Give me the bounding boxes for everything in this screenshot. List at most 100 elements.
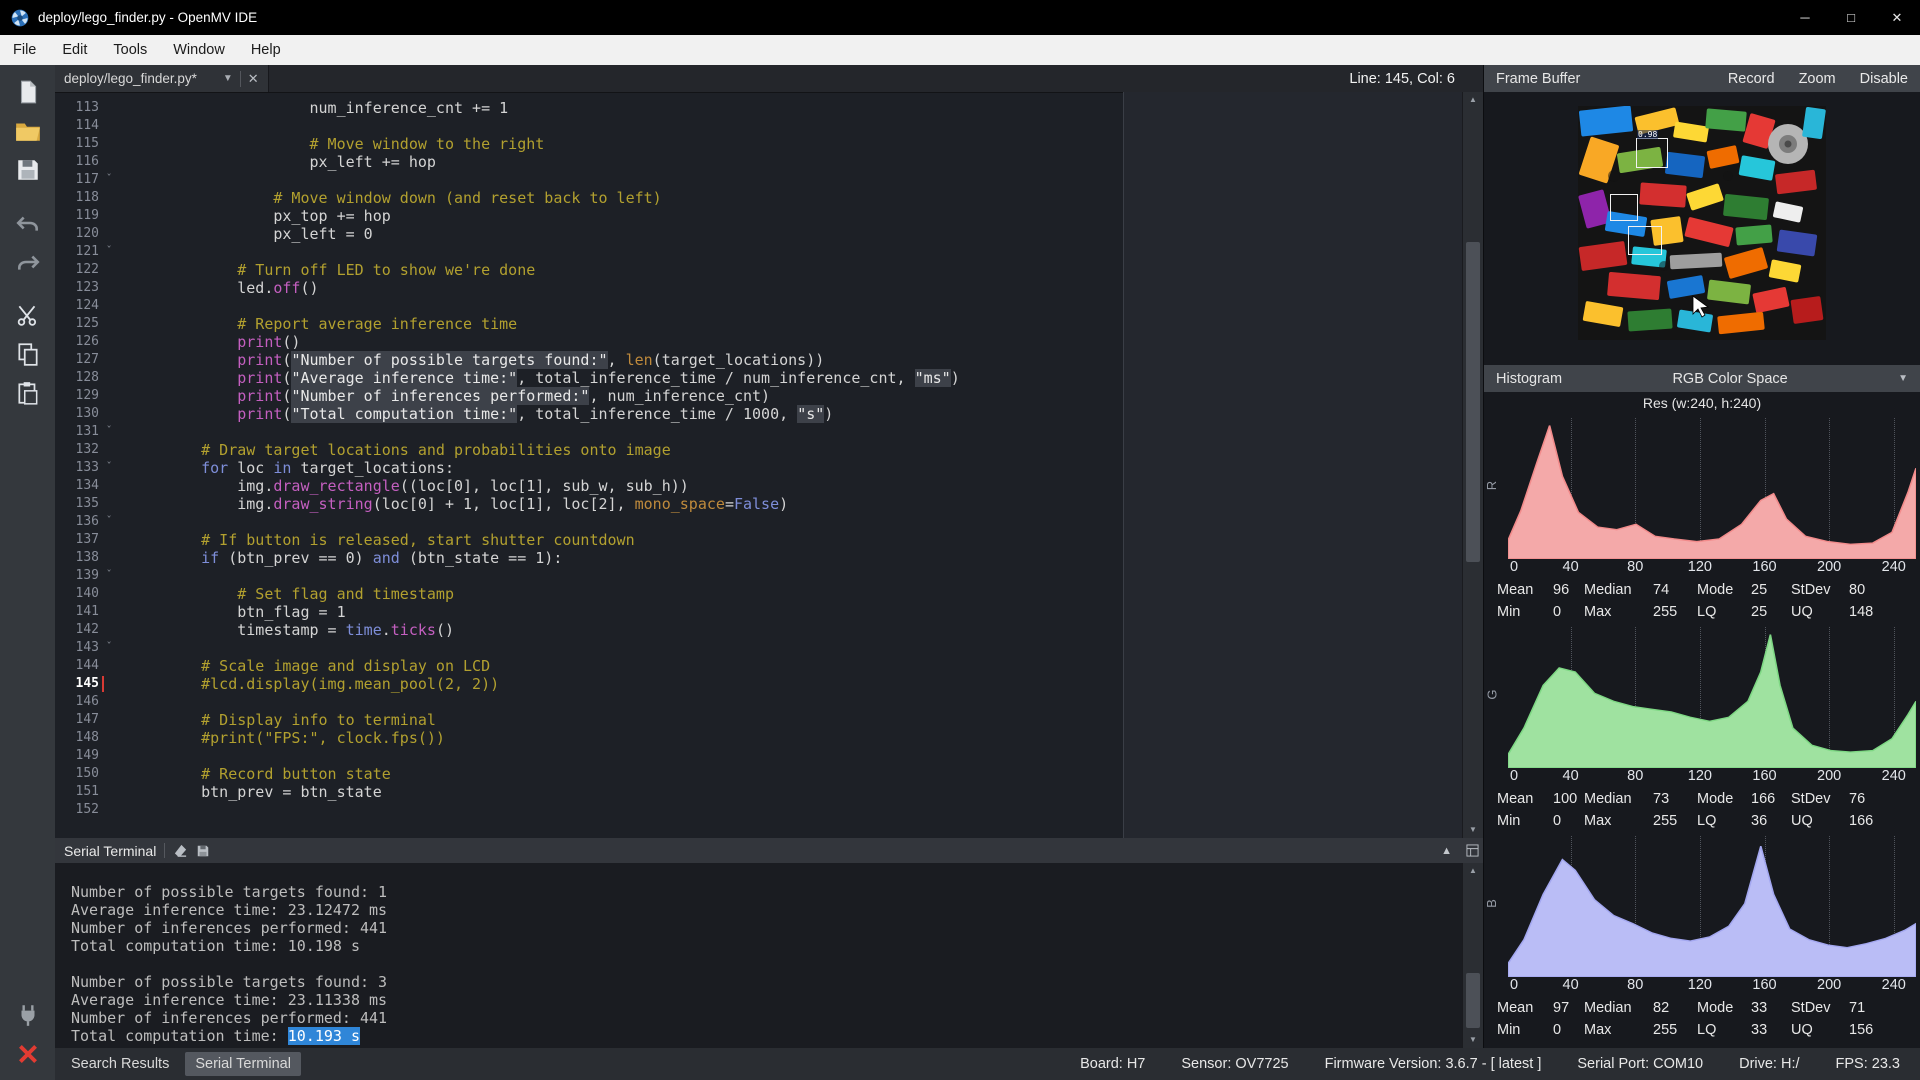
fold-marker-icon[interactable]: ˇ (99, 423, 119, 441)
histogram-axis: 0 40 80 120 160 200 240 (1509, 977, 1906, 993)
copy-icon[interactable] (10, 337, 46, 371)
histogram-channel-r: R 0 40 80 120 160 200 240 Mean 96 Median 74 Mode 25 St… (1484, 416, 1920, 623)
code-area[interactable]: 113 num_inference_cnt += 1 114 115 # Move … (55, 92, 1463, 838)
code-line: 144 # Scale image and display on LCD (55, 657, 1463, 675)
line-number: 139 (75, 568, 99, 583)
code-line: 122 # Turn off LED to show we're done (55, 261, 1463, 279)
fold-marker-icon[interactable]: ˇ (99, 243, 119, 261)
line-number: 140 (75, 586, 99, 601)
statusbar-tab-search-results[interactable]: Search Results (61, 1052, 179, 1076)
collapse-panel-icon[interactable]: ▲ (1441, 845, 1452, 857)
fold-column (99, 117, 119, 135)
tab-lego-finder[interactable]: deploy/lego_finder.py* ▼ ✕ (55, 65, 269, 92)
fold-column (99, 603, 119, 621)
code-line: 125 # Report average inference time (55, 315, 1463, 333)
statusbar-info: Drive: H:/ (1739, 1056, 1800, 1072)
terminal-output[interactable]: Number of possible targets found: 1 Avera… (55, 863, 1463, 1048)
fold-marker-icon[interactable]: ˇ (99, 639, 119, 657)
terminal-scroll-up-icon[interactable]: ▲ (1463, 863, 1483, 879)
code-text: print("Average inference time:", total_i… (237, 369, 960, 387)
save-log-icon[interactable] (196, 844, 210, 858)
terminal-scrollbar-thumb[interactable] (1466, 973, 1480, 1028)
redo-icon[interactable] (10, 245, 46, 279)
line-number: 149 (75, 748, 99, 763)
tab-dropdown-icon[interactable]: ▼ (223, 73, 233, 84)
fold-column (99, 315, 119, 333)
code-text: img.draw_string(loc[0] + 1, loc[1], loc[… (165, 495, 789, 513)
window-title: deploy/lego_finder.py - OpenMV IDE (38, 10, 258, 25)
code-text: px_top += hop (165, 207, 391, 225)
fold-column (99, 333, 119, 351)
minimize-button[interactable]: ─ (1782, 0, 1828, 35)
scroll-down-icon[interactable]: ▼ (1463, 822, 1483, 838)
code-text: print("Number of inferences performed:",… (237, 387, 771, 405)
save-file-icon[interactable] (10, 153, 46, 187)
fold-marker-icon[interactable]: ˇ (99, 513, 119, 531)
line-number: 123 (75, 280, 99, 295)
fold-column (99, 531, 119, 549)
new-file-icon[interactable] (10, 75, 46, 109)
tab-label: deploy/lego_finder.py* (64, 71, 197, 86)
code-line: 133 ˇ for loc in target_locations: (55, 459, 1463, 477)
menu-item-window[interactable]: Window (160, 35, 238, 65)
code-line: 143 ˇ (55, 639, 1463, 657)
terminal-scrollbar[interactable]: ▲ ▼ (1462, 863, 1483, 1048)
tab-close-icon[interactable]: ✕ (248, 71, 259, 87)
clear-terminal-icon[interactable] (173, 843, 188, 858)
terminal-line: Average inference time: 23.11338 ms (71, 991, 388, 1009)
line-number: 121 (75, 244, 99, 259)
line-number: 127 (75, 352, 99, 367)
connect-icon[interactable] (10, 998, 46, 1032)
line-number: 115 (75, 136, 99, 151)
code-text: for loc in target_locations: (201, 459, 454, 477)
paste-icon[interactable] (10, 376, 46, 410)
open-file-icon[interactable] (10, 114, 46, 148)
code-line: 146 (55, 693, 1463, 711)
editor-scrollbar-thumb[interactable] (1466, 242, 1480, 562)
code-line: 137 # If button is released, start shutt… (55, 531, 1463, 549)
close-button[interactable]: ✕ (1874, 0, 1920, 35)
histogram-plot-g (1506, 625, 1918, 768)
code-text: # Move window to the right (165, 135, 545, 153)
statusbar-tab-serial-terminal[interactable]: Serial Terminal (185, 1052, 301, 1076)
terminal-scroll-down-icon[interactable]: ▼ (1463, 1032, 1483, 1048)
panel-layout-icon[interactable] (1466, 844, 1479, 857)
fold-marker-icon[interactable]: ˇ (99, 459, 119, 477)
menu-item-file[interactable]: File (0, 35, 49, 65)
line-number: 143 (75, 640, 99, 655)
frame-buffer-title: Frame Buffer (1496, 70, 1581, 87)
fold-marker-icon[interactable]: ˇ (99, 171, 119, 189)
fold-column (99, 405, 119, 423)
cut-icon[interactable] (10, 298, 46, 332)
fold-column (99, 495, 119, 513)
colorspace-dropdown[interactable]: RGB Color Space ▼ (1562, 371, 1908, 387)
histogram-area-b (1508, 846, 1916, 977)
scroll-up-icon[interactable]: ▲ (1463, 92, 1483, 108)
fold-marker-icon[interactable]: ˇ (99, 567, 119, 585)
menu-item-tools[interactable]: Tools (100, 35, 160, 65)
menu-item-help[interactable]: Help (238, 35, 294, 65)
line-number: 117 (75, 172, 99, 187)
code-line: 119 px_top += hop (55, 207, 1463, 225)
status-bar: Search Results Serial Terminal Board: H7 S… (55, 1048, 1920, 1080)
editor-scrollbar[interactable]: ▲ ▼ (1462, 92, 1483, 838)
frame-buffer-image: 0.98 (1578, 105, 1826, 340)
code-line: 140 # Set flag and timestamp (55, 585, 1463, 603)
maximize-button[interactable]: □ (1828, 0, 1874, 35)
fold-column (99, 783, 119, 801)
histogram-area-g (1508, 634, 1916, 768)
frame-buffer-view[interactable]: 0.98 (1484, 92, 1920, 365)
fold-column (99, 729, 119, 747)
code-text: led.off() (165, 279, 319, 297)
frame-buffer-disable-button[interactable]: Disable (1860, 71, 1908, 87)
frame-buffer-zoom-button[interactable]: Zoom (1799, 71, 1836, 87)
stop-icon[interactable] (10, 1037, 46, 1071)
undo-icon[interactable] (10, 206, 46, 240)
menu-item-edit[interactable]: Edit (49, 35, 100, 65)
frame-buffer-record-button[interactable]: Record (1728, 71, 1775, 87)
code-line: 132 # Draw target locations and probabil… (55, 441, 1463, 459)
code-line: 152 (55, 801, 1463, 819)
fold-column (99, 801, 119, 819)
